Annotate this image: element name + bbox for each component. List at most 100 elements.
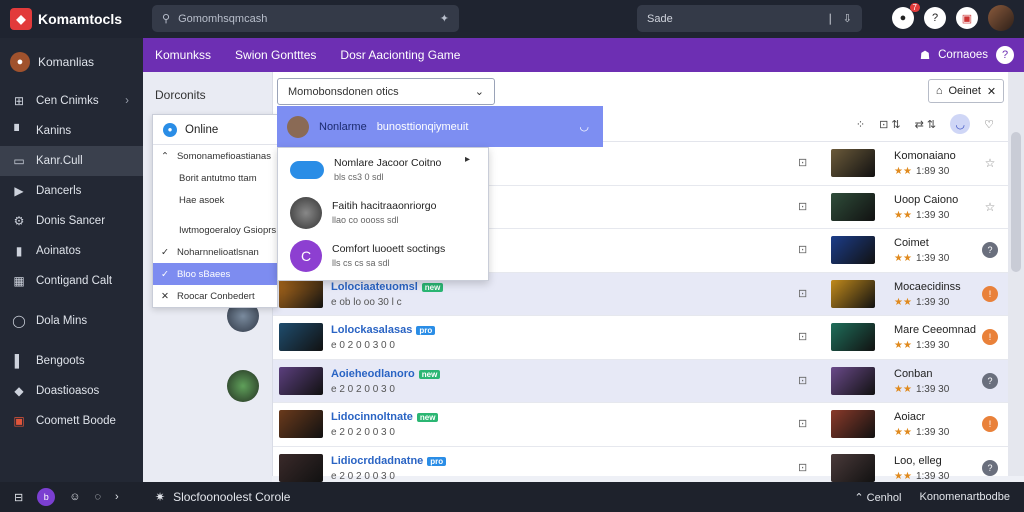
sidebar-item-active[interactable]: ▭ Kanr.Cull [0,146,143,176]
friend-avatar[interactable] [227,370,259,402]
table-row[interactable]: Aoieheodlanoro new e 2 0 2 0 0 3 0 ⊡ Conban ★… [273,359,1008,403]
image-icon[interactable]: ⊡ [798,461,807,474]
arrow-right-icon[interactable]: › [115,491,119,503]
sidebar-item-play[interactable]: ▶ Dancerls [0,176,143,206]
search-input[interactable]: Gomomhsqmcash [178,13,432,25]
panel-icon[interactable]: ⊟ [14,491,23,504]
image-icon[interactable]: ⊡ [798,243,807,256]
game-thumbnail[interactable] [831,366,875,395]
game-thumbnail[interactable] [279,279,323,308]
help-icon[interactable]: ? [982,459,998,476]
table-row[interactable]: Lolockasalasas pro e 0 2 0 0 3 0 0 ⊡ Mare Ce… [273,316,1008,360]
filter-select[interactable]: Momobonsdonen otics ⌄ [277,78,495,105]
image-icon[interactable]: ⊡ [798,200,807,213]
grid-icon[interactable]: ⁘ [856,118,865,131]
option-toggle-icon[interactable]: ◡ [579,120,589,133]
bottom-link-1[interactable]: ⌃ Cenhol [854,491,901,504]
online-button[interactable]: ⌂ Oeinet ✕ [928,79,1004,103]
favorite-icon[interactable]: ☆ [982,199,998,215]
notification-icon[interactable]: ● 7 [892,3,920,29]
sparkle-icon[interactable]: ✦ [440,12,449,25]
game-thumbnail[interactable] [279,366,323,395]
sidebar-item-chat[interactable]: ◯ Dola Mins [0,306,143,336]
right-title[interactable]: Mare Ceeomnad [894,324,976,336]
image-icon[interactable]: ⊡ [798,156,807,169]
status-item[interactable]: Borit antutmo ttam [153,167,277,189]
table-row[interactable]: Lidocinnoltnate new e 2 0 2 0 0 3 0 ⊡ Aoiacr… [273,403,1008,447]
sidebar-user[interactable]: ● Komanlias [0,38,143,86]
expand-icon[interactable]: ⊡ ⇅ [879,118,901,131]
image-icon[interactable]: ⊡ [798,330,807,343]
sidebar-item-games[interactable]: ⊞ Cen Cnimks › [0,86,143,116]
game-thumbnail[interactable] [279,410,323,438]
sort-icon[interactable]: ⇄ ⇅ [915,118,937,131]
alert-icon[interactable]: ! [982,329,998,345]
status-item[interactable]: ✕ Roocar Conbedert [153,285,277,307]
game-thumbnail[interactable] [279,453,323,482]
secondary-search[interactable]: Sade ❘ ⇩ [637,5,862,32]
row-title[interactable]: Lidocinnoltnate new [331,411,439,423]
game-thumbnail[interactable] [831,192,875,221]
sidebar-item-badges[interactable]: ▣ Coomett Boode [0,406,143,436]
right-title[interactable]: Loo, elleg [894,455,942,467]
sidebar-item-tags[interactable]: ◆ Doastioasos [0,376,143,406]
gift-icon[interactable]: ▣ [956,7,978,29]
download-icon[interactable]: ⇩ [843,12,852,25]
game-thumbnail[interactable] [279,323,323,351]
image-icon[interactable]: ⊡ [798,287,807,300]
heart-icon[interactable]: ♡ [984,118,994,131]
user-avatar[interactable] [988,5,1014,31]
app-logo[interactable]: ◆ Komamtocls [0,8,148,30]
nav-right-label[interactable]: Cornaoes [938,49,988,61]
right-title[interactable]: Mocaecidinss [894,281,961,293]
highlighted-option[interactable]: Nonlarme bunosttionqiymeuit ◡ [277,106,603,147]
brand-icon[interactable]: b [37,488,56,506]
image-icon[interactable]: ⊡ [798,417,807,430]
row-title[interactable]: Aoieheodlanoro new [331,368,441,380]
game-thumbnail[interactable] [831,149,875,177]
tab-dosr[interactable]: Dosr Aacionting Game [328,48,472,62]
right-title[interactable]: Komonaiano [894,150,956,162]
right-title[interactable]: Aoiacr [894,411,925,423]
sidebar-item-settings[interactable]: ⚙ Donis Sancer [0,206,143,236]
game-thumbnail[interactable] [831,236,875,264]
online-option[interactable]: ● Online [153,115,277,145]
help-icon[interactable]: ? [982,372,998,389]
image-icon[interactable]: ⊡ [798,374,807,387]
row-title[interactable]: Lidiocrddadnatne pro [331,455,447,467]
status-item-selected[interactable]: ✓ Bloo sBaees [153,263,277,285]
game-thumbnail[interactable] [831,410,875,438]
sidebar-item-book[interactable]: ▌ Bengoots [0,346,143,376]
row-title[interactable]: Lolockasalasas pro [331,324,436,336]
sidebar-item-calendar[interactable]: ▦ Contigand Calt [0,266,143,296]
help-icon[interactable]: ? [996,46,1014,64]
favorite-icon[interactable]: ☆ [982,155,998,171]
emoji-icon[interactable]: ☺ [69,491,80,503]
popup-item[interactable]: Nomlare Jacoor Coitno bls cs3 0 sdl ▸ [278,148,488,191]
bottom-link-2[interactable]: Konomenartbodbe [919,491,1010,504]
right-title[interactable]: Uoop Caiono [894,194,958,206]
game-thumbnail[interactable] [831,453,875,482]
status-item[interactable]: Hae asoek [153,189,277,211]
search-bar[interactable]: ⚲ Gomomhsqmcash ✦ [152,5,459,32]
alert-icon[interactable]: ! [982,416,998,432]
status-item[interactable]: ⌃ Somonamefioastianas [153,145,277,167]
popup-item[interactable]: C Comfort luooett soctings lls cs cs sa s… [278,234,488,277]
help-icon[interactable]: ? [982,242,998,258]
sidebar-item-trophies[interactable]: ▘ Kanins [0,116,143,146]
drop-icon[interactable]: ◌ [94,491,101,503]
right-title[interactable]: Conban [894,368,933,380]
game-thumbnail[interactable] [831,279,875,308]
popup-item[interactable]: Faitih hacitraaonriorgo llao co oooss sdl [278,191,488,234]
view-toggle-icon[interactable]: ◡ [950,114,971,134]
sidebar-item-bookmarks[interactable]: ▮ Aoinatos [0,236,143,266]
row-title[interactable]: Lolociaateuomsl new [331,281,444,293]
scrollbar[interactable] [1008,72,1024,476]
game-thumbnail[interactable] [831,323,875,351]
alert-icon[interactable]: ! [982,285,998,302]
scroll-thumb[interactable] [1011,132,1021,272]
mic-icon[interactable]: ❘ [826,12,835,25]
tab-komunkss[interactable]: Komunkss [143,48,223,62]
status-item[interactable]: Iwtmogoeraloy Gsioprs [153,219,277,241]
toggle-icon[interactable] [290,160,324,179]
